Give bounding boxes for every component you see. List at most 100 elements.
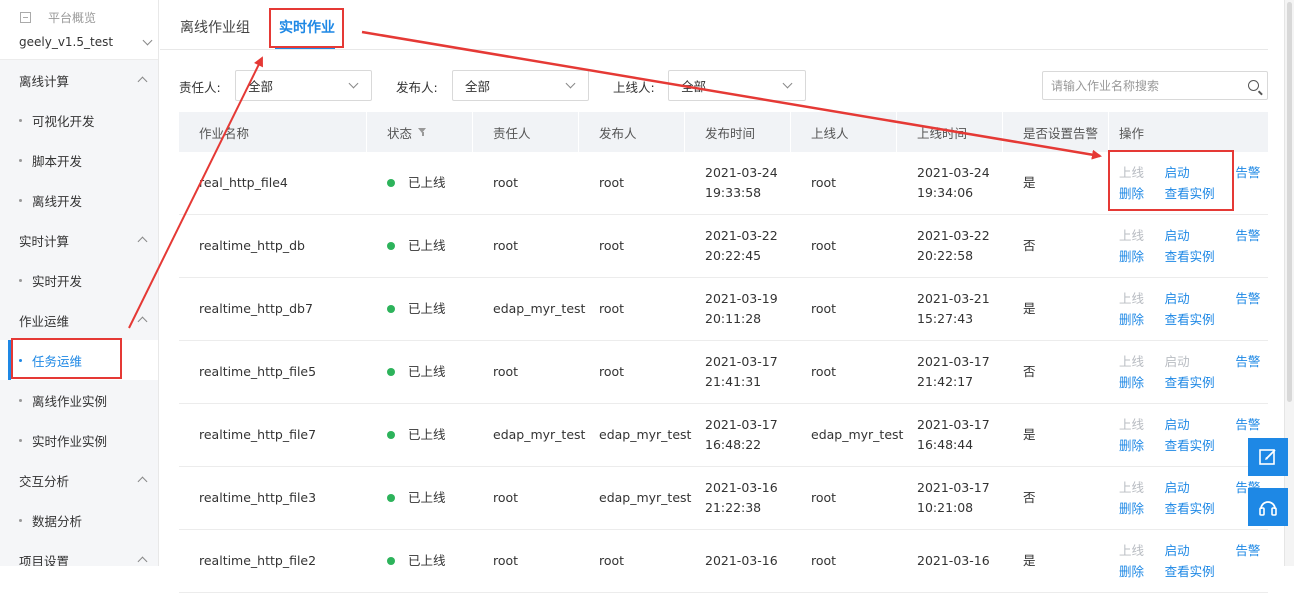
delete-action[interactable]: 删除 (1119, 310, 1152, 330)
feedback-edit-button[interactable] (1248, 438, 1288, 476)
column-header-label: 发布人 (599, 125, 637, 141)
publish-time-cell: 2021-03-17 21:41:31 (685, 341, 791, 403)
start-action[interactable]: 启动 (1165, 415, 1223, 435)
scrollbar-thumb[interactable] (1287, 2, 1292, 402)
sidebar-item-label: 实时开发 (32, 273, 83, 289)
sidebar-group[interactable]: 离线计算 (0, 60, 158, 100)
bullet-dot (19, 118, 22, 122)
online-time-cell: 2021-03-16 (897, 530, 1003, 592)
online-action[interactable]: 上线 (1119, 352, 1152, 372)
alarm-action[interactable]: 告警 (1235, 163, 1268, 183)
filter-icon[interactable] (418, 128, 427, 136)
onliner-filter-value: 全部 (681, 79, 707, 94)
alarm-action[interactable]: 告警 (1235, 226, 1268, 246)
project-selector[interactable]: geely_v1.5_test (19, 35, 153, 49)
status-cell: 已上线 (367, 530, 473, 592)
view-instances-action[interactable]: 查看实例 (1165, 310, 1223, 330)
view-instances-action[interactable]: 查看实例 (1165, 562, 1223, 582)
status-text: 已上线 (408, 175, 446, 190)
online-clock: 10:21:08 (917, 500, 974, 515)
sidebar-header: 平台概览 geely_v1.5_test (0, 0, 158, 60)
view-instances-action[interactable]: 查看实例 (1165, 436, 1223, 456)
online-action[interactable]: 上线 (1119, 415, 1152, 435)
view-instances-action[interactable]: 查看实例 (1165, 499, 1223, 519)
sidebar: 平台概览 geely_v1.5_test 离线计算 可视化开发 脚本开发 离线开发 实时… (0, 0, 159, 566)
tab-offline-group[interactable]: 离线作业组 (180, 17, 250, 37)
sidebar-group[interactable]: 实时计算 (0, 220, 158, 260)
publisher-filter-select[interactable]: 全部 (452, 70, 589, 101)
start-action[interactable]: 启动 (1165, 352, 1223, 372)
alarm-action[interactable]: 告警 (1235, 352, 1268, 372)
sidebar-group[interactable]: 作业运维 (0, 300, 158, 340)
jobs-table: 作业名称 状态 责任人 发布人 发布时间 上线人 上线时间 是否设置告警 操作 real_htt… (179, 112, 1268, 593)
start-action[interactable]: 启动 (1165, 289, 1223, 309)
chevron-down-icon (142, 35, 153, 45)
online-date: 2021-03-17 (917, 417, 990, 432)
delete-action[interactable]: 删除 (1119, 373, 1152, 393)
online-date: 2021-03-17 (917, 354, 990, 369)
table-row: realtime_http_db7 已上线 edap_myr_test root 202… (179, 278, 1268, 341)
delete-action[interactable]: 删除 (1119, 562, 1152, 582)
bullet-dot (19, 438, 22, 442)
status-online-dot (387, 179, 395, 187)
operations-cell: 上线 启动 告警删除 查看实例 (1109, 530, 1268, 592)
status-cell: 已上线 (367, 467, 473, 529)
sidebar-item[interactable]: 实时作业实例 (0, 420, 158, 460)
sidebar-item[interactable]: 数据分析 (0, 500, 158, 540)
online-action[interactable]: 上线 (1119, 478, 1152, 498)
owner-cell: edap_myr_test (493, 301, 586, 316)
sidebar-item[interactable]: 可视化开发 (0, 100, 158, 140)
column-header: 作业名称 (179, 112, 367, 152)
online-date: 2021-03-24 (917, 165, 990, 180)
sidebar-item[interactable]: 实时开发 (0, 260, 158, 300)
view-instances-action[interactable]: 查看实例 (1165, 247, 1223, 267)
publish-time-cell: 2021-03-17 16:48:22 (685, 404, 791, 466)
column-header[interactable]: 状态 (367, 112, 473, 152)
publish-date: 2021-03-16 (705, 553, 778, 568)
column-header-label: 责任人 (493, 125, 531, 141)
online-action[interactable]: 上线 (1119, 541, 1152, 561)
table-row: realtime_http_file5 已上线 root root 2021-03-17… (179, 341, 1268, 404)
start-action[interactable]: 启动 (1165, 226, 1223, 246)
job-name-cell: realtime_http_file5 (199, 364, 317, 379)
sidebar-item[interactable]: 脚本开发 (0, 140, 158, 180)
status-online-dot (387, 305, 395, 313)
owner-filter-value: 全部 (248, 79, 274, 94)
edit-icon (1259, 449, 1276, 465)
page-scrollbar[interactable] (1284, 0, 1294, 566)
sidebar-menu: 离线计算 可视化开发 脚本开发 离线开发 实时计算 实时开发 作业运维 任务运维 离线作业实例实… (0, 60, 158, 566)
owner-filter-label: 责任人: (179, 80, 221, 95)
sidebar-item[interactable]: 离线作业实例 (0, 380, 158, 420)
search-icon[interactable] (1248, 80, 1259, 91)
column-header-label: 上线人 (811, 125, 849, 141)
sidebar-item[interactable]: 离线开发 (0, 180, 158, 220)
alarm-action[interactable]: 告警 (1235, 541, 1268, 561)
alarm-setting-cell: 是 (1023, 553, 1036, 568)
start-action[interactable]: 启动 (1165, 541, 1223, 561)
status-text: 已上线 (408, 364, 446, 379)
sidebar-group[interactable]: 项目设置 (0, 540, 158, 566)
alarm-action[interactable]: 告警 (1235, 289, 1268, 309)
platform-overview-link[interactable]: 平台概览 (20, 9, 96, 26)
publish-clock: 21:22:38 (705, 500, 762, 515)
column-header: 上线人 (791, 112, 897, 152)
alarm-action[interactable]: 告警 (1235, 415, 1268, 435)
online-time-cell: 2021-03-21 15:27:43 (897, 278, 1003, 340)
delete-action[interactable]: 删除 (1119, 436, 1152, 456)
sidebar-group[interactable]: 交互分析 (0, 460, 158, 500)
online-action[interactable]: 上线 (1119, 289, 1152, 309)
delete-action[interactable]: 删除 (1119, 247, 1152, 267)
online-date: 2021-03-21 (917, 291, 990, 306)
online-action[interactable]: 上线 (1119, 226, 1152, 246)
support-button[interactable] (1248, 488, 1288, 526)
publish-clock: 20:11:28 (705, 311, 762, 326)
delete-action[interactable]: 删除 (1119, 499, 1152, 519)
table-row: realtime_http_file7 已上线 edap_myr_test edap_… (179, 404, 1268, 467)
start-action[interactable]: 启动 (1165, 478, 1223, 498)
owner-filter-select[interactable]: 全部 (235, 70, 372, 101)
publisher-cell: root (599, 175, 625, 190)
onliner-filter-select[interactable]: 全部 (668, 70, 806, 101)
view-instances-action[interactable]: 查看实例 (1165, 373, 1223, 393)
job-search-input[interactable] (1051, 78, 1241, 93)
publish-time-cell: 2021-03-16 21:22:38 (685, 467, 791, 529)
